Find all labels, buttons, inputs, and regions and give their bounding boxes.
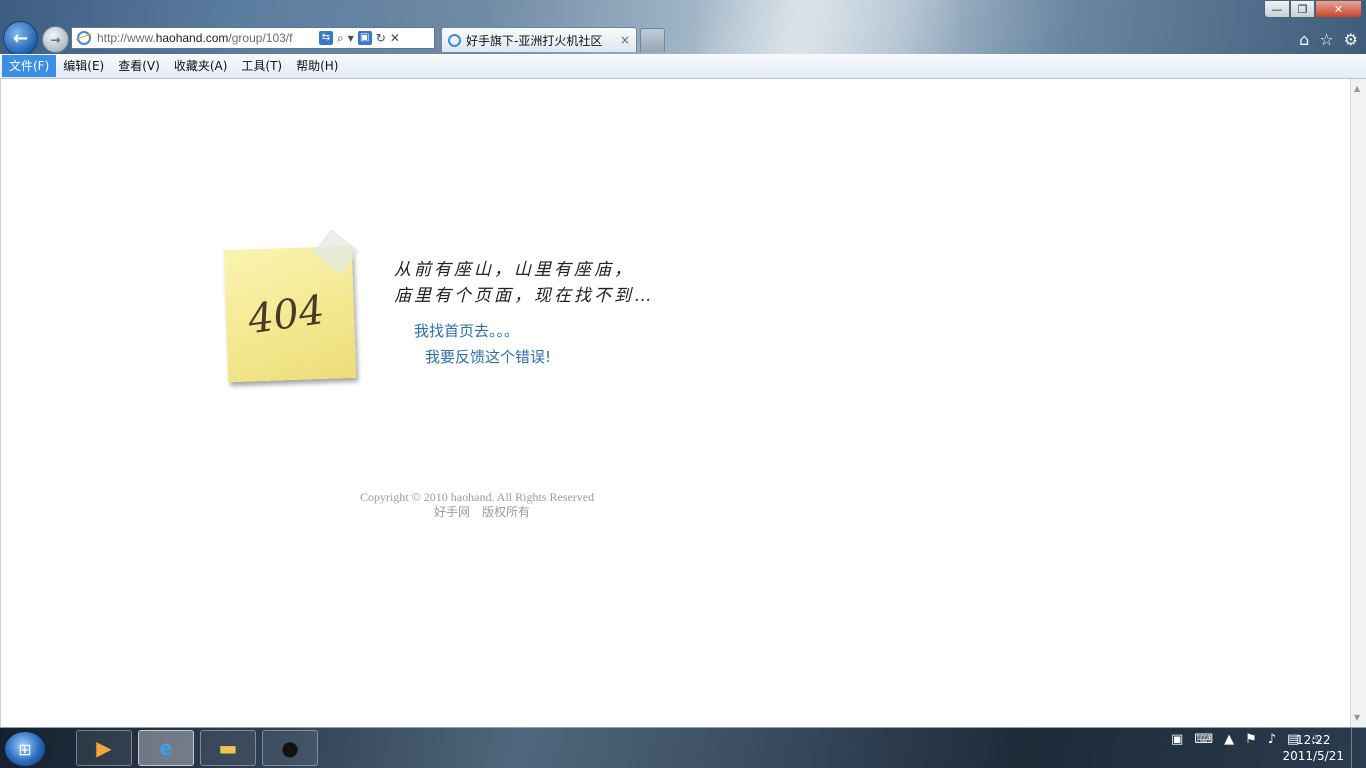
note-404-text: 404 bbox=[245, 287, 328, 344]
go-home-link[interactable]: 我找首页去。。。 bbox=[414, 320, 519, 341]
keyboard-icon[interactable]: ⌨ bbox=[1194, 732, 1213, 747]
maximize-button[interactable]: ❐ bbox=[1290, 0, 1315, 18]
compat-icon[interactable]: ▣ bbox=[357, 31, 372, 45]
tray-expand-icon[interactable]: ▲ bbox=[1224, 732, 1234, 747]
menu-view[interactable]: 查看(V) bbox=[111, 55, 167, 77]
forward-button[interactable]: → bbox=[42, 26, 69, 53]
close-button[interactable]: ✕ bbox=[1315, 0, 1362, 18]
menu-help[interactable]: 帮助(H) bbox=[289, 55, 345, 77]
ie-icon: e bbox=[159, 736, 173, 760]
media-player-icon: ▶ bbox=[96, 736, 112, 760]
gear-icon[interactable]: ⚙ bbox=[1344, 30, 1358, 49]
stop-icon[interactable]: ✕ bbox=[390, 31, 400, 45]
taskbar-explorer[interactable]: ▬ bbox=[200, 730, 256, 766]
scroll-up-icon[interactable]: ▲ bbox=[1354, 84, 1360, 93]
back-button[interactable]: ← bbox=[3, 21, 38, 56]
arrow-left-icon: ← bbox=[12, 28, 29, 49]
taskbar-qq[interactable]: ● bbox=[262, 730, 318, 766]
qq-penguin-icon: ● bbox=[281, 736, 299, 760]
new-tab-button[interactable] bbox=[640, 28, 665, 52]
report-error-link[interactable]: 我要反馈这个错误! bbox=[425, 346, 551, 367]
url-text[interactable]: http://www.haohand.com/group/103/f bbox=[97, 31, 315, 45]
ie-tab-icon bbox=[448, 33, 461, 47]
menu-edit[interactable]: 编辑(E) bbox=[56, 55, 111, 77]
error-message-line1: 从前有座山，山里有座庙， bbox=[394, 260, 634, 280]
menu-favorites[interactable]: 收藏夹(A) bbox=[167, 55, 235, 77]
tab-active[interactable]: 好手旗下-亚洲打火机社区 × bbox=[441, 27, 637, 52]
menu-file[interactable]: 文件(F) bbox=[2, 55, 57, 77]
taskbar-media-player[interactable]: ▶ bbox=[76, 730, 132, 766]
clock-date: 2011/5/21 bbox=[1282, 749, 1344, 763]
refresh-icon[interactable]: ↻ bbox=[376, 31, 386, 45]
address-bar[interactable]: http://www.haohand.com/group/103/f ⇆ ⌕ ▾… bbox=[71, 27, 435, 49]
menu-bar: 文件(F) 编辑(E) 查看(V) 收藏夹(A) 工具(T) 帮助(H) bbox=[0, 54, 1366, 79]
tab-title: 好手旗下-亚洲打火机社区 bbox=[466, 33, 603, 48]
arrow-right-icon: → bbox=[50, 32, 61, 47]
volume-icon[interactable]: ♪ bbox=[1268, 732, 1276, 747]
menu-tools[interactable]: 工具(T) bbox=[234, 55, 289, 77]
ie-page-icon bbox=[77, 31, 91, 45]
taskbar: ⊞ ▶ e ▬ ● ▣ ⌨ ▲ ⚑ ♪ ▤ ♨ 12:22 2011/5/21 bbox=[0, 727, 1366, 768]
tab-close-icon[interactable]: × bbox=[620, 33, 630, 47]
favorites-star-icon[interactable]: ☆ bbox=[1319, 30, 1333, 49]
browser-chrome: ← → http://www.haohand.com/group/103/f ⇆… bbox=[0, 0, 1366, 56]
window-controls: — ❐ ✕ bbox=[1264, 0, 1362, 18]
search-icon[interactable]: ⌕ bbox=[337, 31, 344, 46]
taskbar-internet-explorer[interactable]: e bbox=[138, 730, 194, 766]
start-button[interactable]: ⊞ bbox=[5, 732, 45, 766]
home-icon[interactable]: ⌂ bbox=[1299, 30, 1309, 49]
chevron-down-icon[interactable]: ▾ bbox=[348, 31, 354, 45]
clock-time: 12:22 bbox=[1295, 733, 1331, 747]
toolbar-icons: ⌂ ☆ ⚙ bbox=[1299, 30, 1358, 49]
compatibility-view-icon[interactable]: ⇆ bbox=[319, 31, 333, 45]
vertical-scrollbar[interactable]: ▲ ▼ bbox=[1350, 79, 1366, 727]
system-clock[interactable]: 12:22 2011/5/21 bbox=[1282, 732, 1344, 764]
action-center-flag-icon[interactable]: ⚑ bbox=[1245, 732, 1257, 747]
folder-icon: ▬ bbox=[218, 736, 238, 760]
error-message-line2: 庙里有个页面，现在找不到… bbox=[394, 286, 654, 306]
input-method-icon[interactable]: ▣ bbox=[1171, 732, 1183, 747]
show-desktop-button[interactable] bbox=[1351, 728, 1366, 768]
page-content bbox=[0, 79, 1350, 727]
minimize-button[interactable]: — bbox=[1264, 0, 1290, 18]
scroll-down-icon[interactable]: ▼ bbox=[1354, 713, 1360, 722]
rights-text: 好手网 版权所有 bbox=[434, 505, 531, 519]
windows-logo-icon: ⊞ bbox=[18, 739, 32, 759]
